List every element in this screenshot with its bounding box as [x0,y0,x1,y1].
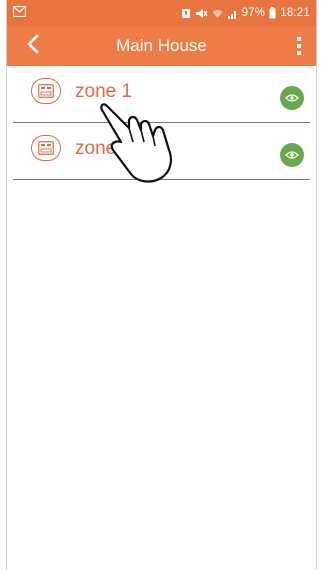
signal-icon [227,8,238,19]
chevron-left-icon [26,33,40,59]
page-title: Main House [116,36,207,55]
thermostat-icon [31,78,61,104]
app-bar: Main House [7,26,316,66]
status-bar: 97% 18:21 [7,0,316,26]
eye-icon[interactable] [280,86,304,110]
thermostat-icon [31,135,61,161]
alarm-icon [181,8,191,19]
overflow-menu-button[interactable] [290,32,308,60]
wifi-icon [212,8,223,19]
clock: 18:21 [280,7,310,19]
mail-icon [12,5,27,20]
eye-icon[interactable] [280,143,304,167]
phone-screen: 97% 18:21 Main House zone 1 zone [6,0,317,570]
overflow-menu-icon-dot [297,37,301,41]
zone-row[interactable]: zone 1 [13,66,310,123]
battery-percent: 97% [241,7,266,19]
mute-icon [195,8,208,19]
zone-label: zone [75,138,117,159]
battery-icon [269,7,276,19]
back-button[interactable] [19,32,47,60]
zone-row[interactable]: zone [13,123,310,180]
zone-list: zone 1 zone [7,66,316,180]
overflow-menu-icon-dot [297,44,301,48]
zone-label: zone 1 [75,81,133,102]
overflow-menu-icon-dot [297,51,301,55]
